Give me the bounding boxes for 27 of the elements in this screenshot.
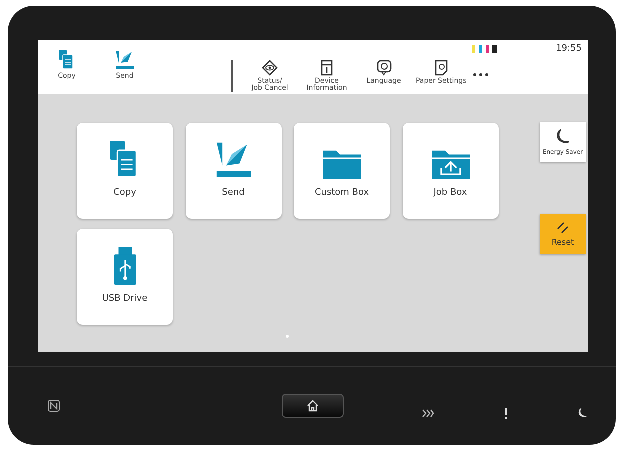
usb-drive-icon	[114, 247, 136, 285]
folder-icon	[432, 148, 470, 179]
eye-icon	[262, 60, 278, 76]
reset-icon	[557, 222, 569, 234]
paper-plane-icon	[115, 50, 135, 70]
info-icon	[321, 60, 333, 76]
page-indicator	[286, 335, 289, 338]
app-tile[interactable]: Copy	[77, 123, 173, 219]
folder-icon	[323, 148, 361, 179]
app-tile[interactable]: Send	[186, 123, 282, 219]
home-icon	[307, 400, 319, 412]
paper-icon	[434, 60, 448, 76]
attention-icon	[504, 408, 508, 418]
reset-button[interactable]: Reset	[540, 214, 586, 254]
moon-icon[interactable]	[578, 408, 588, 418]
nfc-icon	[48, 400, 60, 412]
toner-level-icon	[472, 45, 498, 53]
home-button[interactable]	[282, 394, 344, 418]
app-tile[interactable]: Custom Box	[294, 123, 390, 219]
app-tile[interactable]: Job Box	[402, 123, 498, 219]
clock: 19:55	[556, 44, 582, 54]
app-tile[interactable]: USB Drive	[77, 229, 173, 325]
moon-icon	[556, 128, 570, 144]
paper-plane-icon	[214, 141, 252, 179]
more-icon[interactable]	[472, 73, 489, 77]
copy-icon	[59, 50, 75, 70]
processing-indicator-icon	[422, 408, 434, 418]
